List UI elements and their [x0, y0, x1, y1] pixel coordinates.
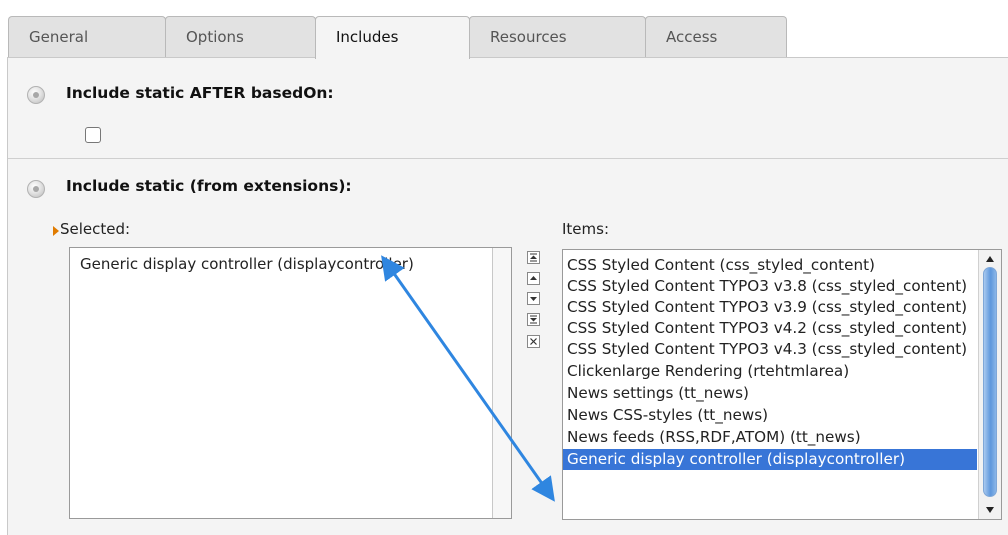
items-label: Items:: [562, 220, 610, 238]
scroll-up-icon[interactable]: [986, 256, 994, 262]
list-item[interactable]: News CSS-styles (tt_news): [567, 405, 768, 426]
scroll-down-icon[interactable]: [986, 507, 994, 513]
list-item[interactable]: CSS Styled Content TYPO3 v3.9 (css_style…: [567, 297, 967, 318]
list-item[interactable]: News feeds (RSS,RDF,ATOM) (tt_news): [567, 427, 861, 448]
tab-label: Options: [186, 28, 244, 46]
help-icon[interactable]: [27, 86, 45, 104]
selected-list-scrollbar[interactable]: [492, 248, 511, 518]
section-divider: [8, 158, 1008, 159]
list-item[interactable]: Generic display controller (displaycontr…: [80, 255, 414, 273]
remove-icon[interactable]: [527, 335, 540, 348]
list-item-selected[interactable]: Generic display controller (displaycontr…: [563, 449, 977, 470]
tab-resources[interactable]: Resources: [469, 16, 646, 58]
items-list-scrollbar[interactable]: [978, 250, 1001, 519]
list-item[interactable]: CSS Styled Content (css_styled_content): [567, 255, 875, 276]
available-items-list[interactable]: CSS Styled Content (css_styled_content) …: [562, 249, 1002, 520]
tab-options[interactable]: Options: [165, 16, 316, 58]
list-item[interactable]: Clickenlarge Rendering (rtehtmlarea): [567, 361, 849, 382]
tab-access[interactable]: Access: [645, 16, 787, 58]
move-to-top-icon[interactable]: [527, 251, 540, 264]
tab-label: Resources: [490, 28, 567, 46]
tab-label: Access: [666, 28, 718, 46]
help-icon[interactable]: [27, 180, 45, 198]
include-static-extensions-label: Include static (from extensions):: [66, 177, 352, 195]
tab-general[interactable]: General: [8, 16, 166, 58]
selected-list[interactable]: Generic display controller (displaycontr…: [69, 247, 512, 519]
caret-right-icon: [53, 226, 59, 236]
move-to-bottom-icon[interactable]: [527, 313, 540, 326]
list-item[interactable]: CSS Styled Content TYPO3 v4.3 (css_style…: [567, 339, 967, 360]
include-static-after-label: Include static AFTER basedOn:: [66, 84, 334, 102]
tab-bar: General Options Includes Resources Acces…: [0, 0, 1008, 59]
tab-label: Includes: [336, 28, 399, 46]
tab-includes[interactable]: Includes: [315, 16, 470, 59]
list-item[interactable]: CSS Styled Content TYPO3 v4.2 (css_style…: [567, 318, 967, 339]
move-up-icon[interactable]: [527, 272, 540, 285]
scrollbar-thumb[interactable]: [983, 267, 997, 497]
selected-label: Selected:: [60, 220, 131, 238]
include-static-after-checkbox[interactable]: [85, 127, 101, 143]
list-item[interactable]: News settings (tt_news): [567, 383, 749, 404]
move-down-icon[interactable]: [527, 292, 540, 305]
tab-label: General: [29, 28, 89, 46]
list-item[interactable]: CSS Styled Content TYPO3 v3.8 (css_style…: [567, 276, 967, 297]
